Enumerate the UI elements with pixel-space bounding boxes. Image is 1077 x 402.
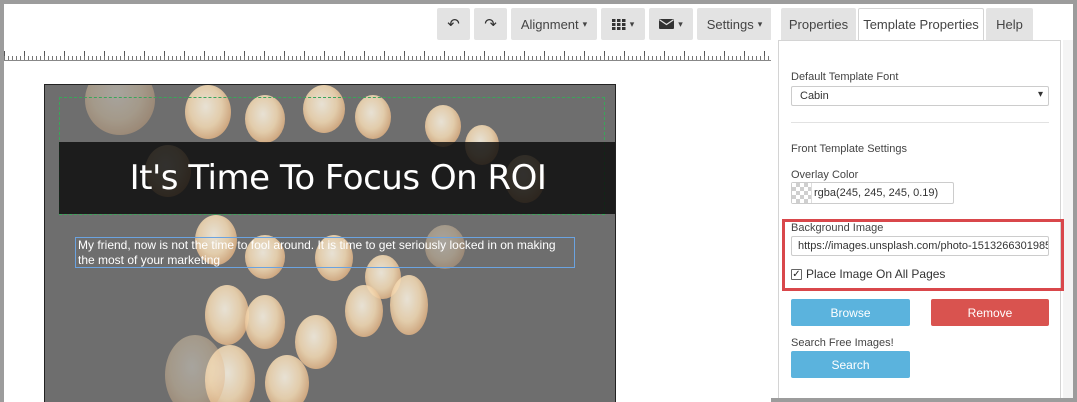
email-dropdown[interactable]: ▾	[649, 8, 693, 40]
default-font-label: Default Template Font	[791, 71, 899, 83]
alignment-dropdown[interactable]: Alignment ▾	[511, 8, 597, 40]
undo-icon: ↶	[447, 16, 460, 33]
search-free-images-label: Search Free Images!	[791, 337, 894, 349]
default-font-select[interactable]: Cabin ▾	[791, 86, 1049, 106]
tab-template-properties[interactable]: Template Properties	[858, 8, 984, 40]
template-body-text[interactable]: My friend, now is not the time to fool a…	[75, 237, 575, 268]
overlay-color-field[interactable]: rgba(245, 245, 245, 0.19)	[791, 182, 954, 204]
divider	[791, 122, 1049, 123]
chevron-down-icon: ▾	[1037, 89, 1043, 100]
overlay-color-label: Overlay Color	[791, 169, 859, 181]
settings-dropdown[interactable]: Settings ▾	[697, 8, 772, 40]
remove-button[interactable]: Remove	[931, 299, 1049, 326]
default-font-value: Cabin	[800, 90, 829, 102]
tab-help[interactable]: Help	[986, 8, 1033, 40]
highlight-annotation	[782, 219, 1064, 291]
front-settings-label: Front Template Settings	[791, 143, 907, 155]
undo-button[interactable]: ↶	[437, 8, 470, 40]
template-title[interactable]: It's Time To Focus On ROI	[130, 158, 547, 198]
settings-label: Settings	[706, 16, 754, 32]
ruler	[4, 48, 771, 61]
chevron-down-icon: ▾	[757, 18, 763, 29]
alignment-label: Alignment	[520, 16, 579, 32]
template-page[interactable]: It's Time To Focus On ROI My friend, now…	[44, 84, 616, 402]
redo-icon: ↷	[484, 16, 497, 33]
chevron-down-icon: ▾	[582, 18, 588, 29]
panel-scrollbar[interactable]	[1063, 40, 1073, 398]
title-block[interactable]: It's Time To Focus On ROI	[59, 142, 615, 214]
chevron-down-icon: ▾	[629, 18, 635, 29]
color-swatch[interactable]	[792, 183, 812, 203]
grid-icon	[611, 18, 626, 30]
search-button[interactable]: Search	[791, 351, 910, 378]
redo-button[interactable]: ↷	[474, 8, 507, 40]
overlay-color-value: rgba(245, 245, 245, 0.19)	[814, 187, 939, 199]
grid-dropdown[interactable]: ▾	[601, 8, 645, 40]
tab-properties[interactable]: Properties	[781, 8, 856, 40]
browse-button[interactable]: Browse	[791, 299, 910, 326]
chevron-down-icon: ▾	[678, 18, 683, 29]
envelope-icon	[659, 19, 675, 29]
editor-canvas: It's Time To Focus On ROI My friend, now…	[4, 62, 771, 402]
